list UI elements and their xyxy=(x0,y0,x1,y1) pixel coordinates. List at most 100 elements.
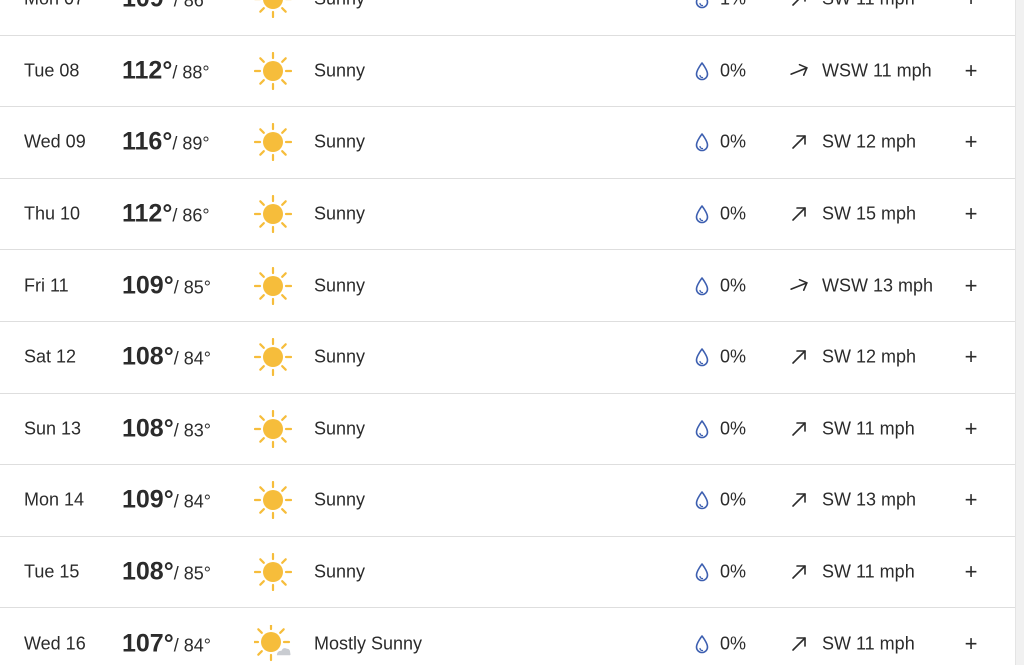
expand-row-button[interactable]: + xyxy=(960,632,982,655)
high-temp: 116° xyxy=(122,127,173,156)
expand-row-button[interactable]: + xyxy=(960,274,982,297)
temperature: 108°/ 85° xyxy=(122,558,211,587)
wind-direction-arrow-icon xyxy=(789,204,809,224)
raindrop-icon xyxy=(694,562,710,582)
wind-label: SW 11 mph xyxy=(822,633,915,654)
forecast-page: Mon 07109°/ 86°Sunny1%SW 11 mph+Tue 0811… xyxy=(0,0,1024,665)
high-temp: 109° xyxy=(122,271,174,300)
wind-label: SW 13 mph xyxy=(822,489,917,510)
expand-row-button[interactable]: + xyxy=(960,0,982,10)
expand-row-button[interactable]: + xyxy=(960,346,982,368)
temperature: 112°/ 88° xyxy=(122,56,210,85)
temperature: 108°/ 84° xyxy=(122,343,211,372)
low-temp: / 86° xyxy=(173,0,211,11)
sun-icon xyxy=(254,51,292,90)
high-temp: 108° xyxy=(122,414,174,443)
low-temp: / 83° xyxy=(173,420,211,441)
precip-chance: 0% xyxy=(720,418,747,439)
temperature: 112°/ 86° xyxy=(122,200,210,229)
expand-row-button[interactable]: + xyxy=(960,489,982,511)
raindrop-icon xyxy=(694,419,710,439)
forecast-row[interactable]: Wed 16 107°/ 84° Mostly Sunny 0% SW 11 mph + xyxy=(0,608,1016,665)
raindrop-icon xyxy=(694,347,710,367)
high-temp: 107° xyxy=(122,629,174,658)
precip-chance: 0% xyxy=(720,346,747,367)
condition-label: Sunny xyxy=(314,203,366,224)
expand-row-button[interactable]: + xyxy=(960,203,982,225)
low-temp: / 84° xyxy=(173,348,211,369)
day-label: Fri 11 xyxy=(24,275,69,296)
wind-label: SW 12 mph xyxy=(822,346,917,367)
raindrop-icon xyxy=(694,132,710,152)
sun-icon xyxy=(254,481,292,520)
sun-icon xyxy=(254,266,292,305)
day-label: Wed 09 xyxy=(24,131,86,152)
temperature: 109°/ 84° xyxy=(122,486,211,515)
sun-icon xyxy=(254,338,292,377)
condition-label: Sunny xyxy=(314,489,366,510)
forecast-row[interactable]: Tue 15 108°/ 85° Sunny 0% SW 11 mph + xyxy=(0,537,1016,609)
wind-direction-arrow-icon xyxy=(789,61,809,81)
expand-row-button[interactable]: + xyxy=(960,417,982,440)
temperature: 108°/ 83° xyxy=(122,414,211,443)
forecast-row[interactable]: Sat 12 108°/ 84° Sunny 0% SW 12 mph + xyxy=(0,322,1016,394)
raindrop-icon xyxy=(694,490,710,510)
condition-label: Mostly Sunny xyxy=(314,633,423,654)
wind-direction-arrow-icon xyxy=(789,132,809,152)
wind-direction-arrow-icon xyxy=(789,347,809,367)
wind-label: SW 12 mph xyxy=(822,131,917,152)
precip-chance: 0% xyxy=(720,60,747,81)
forecast-row[interactable]: Mon 14 109°/ 84° Sunny 0% SW 13 mph + xyxy=(0,465,1016,537)
mostly-sunny-icon xyxy=(254,624,292,663)
raindrop-icon xyxy=(694,634,710,654)
sun-icon xyxy=(254,553,292,592)
temperature: 116°/ 89° xyxy=(122,128,210,157)
condition-label: Sunny xyxy=(314,60,366,81)
wind-direction-arrow-icon xyxy=(789,490,809,510)
wind-direction-arrow-icon xyxy=(789,562,809,582)
condition-label: Sunny xyxy=(314,561,366,582)
low-temp: / 88° xyxy=(172,62,210,83)
day-label: Wed 16 xyxy=(24,633,86,654)
precip-chance: 1% xyxy=(720,0,746,10)
low-temp: / 84° xyxy=(173,635,211,656)
sun-icon xyxy=(254,0,292,19)
forecast-row[interactable]: Fri 11 109°/ 85° Sunny 0% WSW 13 mph + xyxy=(0,250,1016,322)
day-label: Tue 08 xyxy=(24,60,80,81)
temperature: 109°/ 86° xyxy=(122,0,211,14)
wind-label: WSW 11 mph xyxy=(822,60,932,81)
forecast-row[interactable]: Mon 07 109°/ 86° Sunny 1% SW 11 mph + xyxy=(0,0,1016,36)
low-temp: / 85° xyxy=(173,277,211,298)
sun-icon xyxy=(254,195,292,234)
sun-icon xyxy=(254,123,292,162)
condition-label: Sunny xyxy=(314,131,366,152)
wind-label: WSW 13 mph xyxy=(822,275,934,296)
temperature: 109°/ 85° xyxy=(122,271,211,300)
wind-direction-arrow-icon xyxy=(789,419,809,439)
day-label: Sat 12 xyxy=(24,346,77,367)
precip-chance: 0% xyxy=(720,633,747,654)
low-temp: / 86° xyxy=(172,205,210,226)
forecast-row[interactable]: Sun 13 108°/ 83° Sunny 0% SW 11 mph + xyxy=(0,394,1016,466)
wind-label: SW 11 mph xyxy=(822,561,915,582)
raindrop-icon xyxy=(694,61,710,81)
low-temp: / 85° xyxy=(173,563,211,584)
forecast-row[interactable]: Tue 08 112°/ 88° Sunny 0% WSW 11 mph + xyxy=(0,36,1016,108)
wind-label: SW 11 mph xyxy=(822,0,915,10)
expand-row-button[interactable]: + xyxy=(960,59,982,82)
raindrop-icon xyxy=(694,204,710,224)
scrollbar[interactable] xyxy=(1015,0,1024,665)
raindrop-icon xyxy=(694,276,710,296)
forecast-row[interactable]: Thu 10 112°/ 86° Sunny 0% SW 15 mph + xyxy=(0,179,1016,251)
expand-row-button[interactable]: + xyxy=(960,131,982,153)
precip-chance: 0% xyxy=(720,489,747,510)
high-temp: 109° xyxy=(122,0,174,13)
high-temp: 112° xyxy=(122,56,173,85)
day-label: Tue 15 xyxy=(24,561,80,582)
day-label: Thu 10 xyxy=(24,203,81,224)
day-label: Mon 14 xyxy=(24,489,85,510)
high-temp: 109° xyxy=(122,485,174,514)
forecast-row[interactable]: Wed 09 116°/ 89° Sunny 0% SW 12 mph + xyxy=(0,107,1016,179)
low-temp: / 89° xyxy=(172,133,210,154)
expand-row-button[interactable]: + xyxy=(960,561,982,583)
